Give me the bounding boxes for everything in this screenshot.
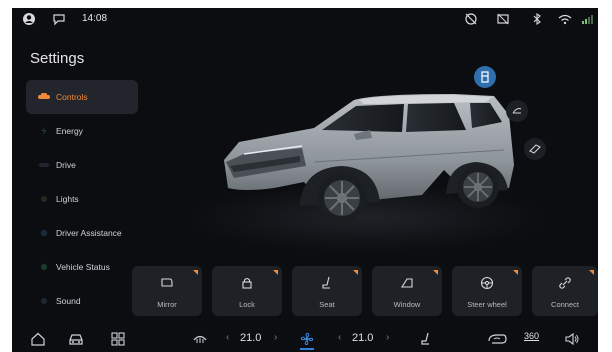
- expand-indicator: [589, 270, 594, 275]
- vehicle-illustration: [224, 94, 514, 223]
- tailgate-icon: [512, 107, 522, 114]
- user-icon[interactable]: [22, 12, 36, 26]
- door-button[interactable]: [474, 66, 496, 88]
- apps-icon[interactable]: [110, 332, 126, 346]
- assistance-icon: [38, 229, 50, 237]
- message-icon[interactable]: [52, 12, 66, 26]
- mirror-tile[interactable]: Mirror: [132, 266, 202, 316]
- sidebar-item-controls[interactable]: Controls: [26, 80, 138, 114]
- steering-wheel-tile[interactable]: Steer wheel: [452, 266, 522, 316]
- tile-label: Lock: [239, 300, 255, 309]
- right-temp-decrease[interactable]: ‹: [338, 332, 341, 343]
- settings-sidebar: Controls Energy Drive Lights Driver Assi…: [26, 80, 138, 318]
- energy-icon: [38, 127, 50, 135]
- right-temperature: 21.0: [352, 332, 374, 344]
- camera-off-icon: [465, 13, 477, 25]
- tile-label: Window: [393, 300, 421, 309]
- sidebar-item-vehicle-status[interactable]: Vehicle Status: [26, 250, 138, 284]
- recirculation-icon[interactable]: [486, 332, 508, 346]
- window-tile[interactable]: Window: [372, 266, 442, 316]
- expand-indicator: [193, 270, 198, 275]
- expand-indicator: [353, 270, 358, 275]
- tile-label: Connect: [551, 300, 579, 309]
- expand-indicator: [273, 270, 278, 275]
- bluetooth-icon: [533, 12, 541, 26]
- expand-indicator: [513, 270, 518, 275]
- sunroof-button[interactable]: [524, 138, 546, 160]
- camera-360-icon[interactable]: 360: [524, 331, 539, 341]
- lights-icon: [38, 195, 50, 203]
- sound-icon: [38, 297, 50, 305]
- sidebar-item-label: Controls: [56, 92, 88, 102]
- sidebar-item-driver-assistance[interactable]: Driver Assistance: [26, 216, 138, 250]
- steering-wheel-icon: [480, 276, 494, 290]
- sidebar-item-label: Drive: [56, 160, 76, 170]
- car-icon: [38, 93, 50, 101]
- seat-tile[interactable]: Seat: [292, 266, 362, 316]
- fan-level-indicator: [300, 348, 314, 350]
- home-icon[interactable]: [30, 332, 46, 346]
- sidebar-item-sound[interactable]: Sound: [26, 284, 138, 318]
- sidebar-item-label: Lights: [56, 194, 79, 204]
- seat-icon: [322, 276, 330, 289]
- page-title: Settings: [30, 50, 85, 67]
- window-icon: [401, 278, 413, 288]
- sidebar-item-label: Driver Assistance: [56, 228, 122, 238]
- tile-label: Seat: [319, 300, 335, 309]
- seat-heat-icon[interactable]: [418, 332, 434, 346]
- infotainment-screen: 14:08 Settings Controls Energy Drive Lig…: [12, 8, 598, 352]
- link-icon: [559, 277, 571, 289]
- lock-tile[interactable]: Lock: [212, 266, 282, 316]
- bottom-bar: ‹ 21.0 › ‹ 21.0 › 360: [12, 326, 598, 352]
- tile-label: Mirror: [157, 300, 177, 309]
- left-temp-decrease[interactable]: ‹: [226, 332, 229, 343]
- status-bar: 14:08: [12, 8, 598, 30]
- wifi-icon: [558, 14, 572, 25]
- volume-icon[interactable]: [564, 332, 580, 346]
- sidebar-item-lights[interactable]: Lights: [26, 182, 138, 216]
- fan-icon[interactable]: [299, 332, 315, 346]
- screen-off-icon: [497, 13, 509, 25]
- door-icon: [481, 71, 489, 83]
- left-temp-increase[interactable]: ›: [274, 332, 277, 343]
- car-icon[interactable]: [68, 332, 84, 346]
- sidebar-item-label: Vehicle Status: [56, 262, 110, 272]
- lock-icon: [242, 277, 252, 289]
- status-icon: [38, 263, 50, 271]
- signal-icon: [582, 15, 593, 24]
- sidebar-item-label: Sound: [56, 296, 81, 306]
- sidebar-item-energy[interactable]: Energy: [26, 114, 138, 148]
- defrost-icon[interactable]: [192, 332, 208, 346]
- sidebar-item-drive[interactable]: Drive: [26, 148, 138, 182]
- sidebar-item-label: Energy: [56, 126, 83, 136]
- sunroof-icon: [529, 144, 541, 154]
- status-time: 14:08: [82, 13, 108, 24]
- tailgate-button[interactable]: [506, 100, 528, 122]
- drive-icon: [38, 161, 50, 169]
- expand-indicator: [433, 270, 438, 275]
- tile-label: Steer wheel: [467, 300, 507, 309]
- right-temp-increase[interactable]: ›: [386, 332, 389, 343]
- left-temperature: 21.0: [240, 332, 262, 344]
- connect-tile[interactable]: Connect: [532, 266, 598, 316]
- mirror-icon: [161, 278, 173, 287]
